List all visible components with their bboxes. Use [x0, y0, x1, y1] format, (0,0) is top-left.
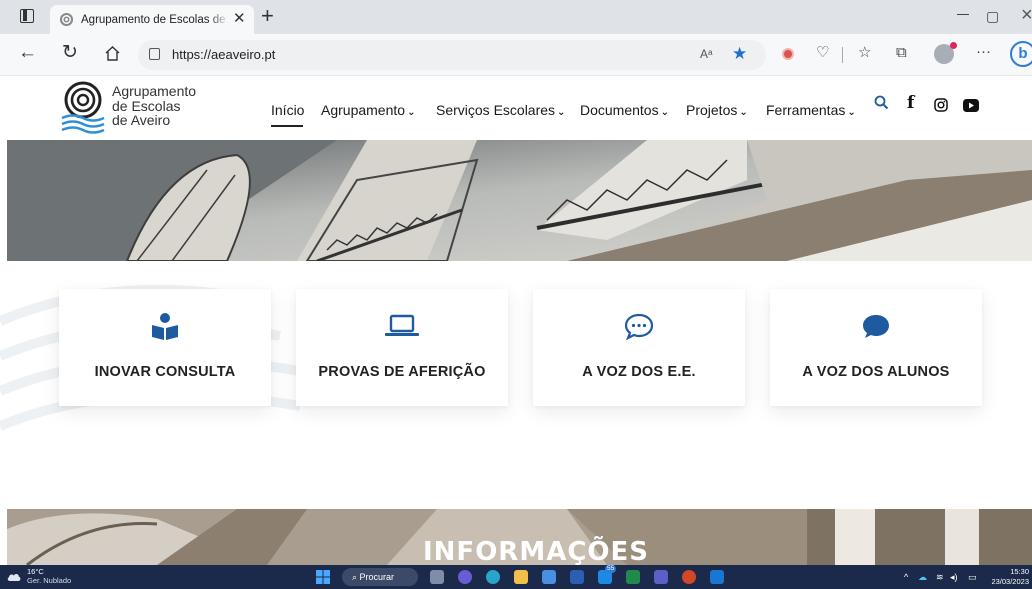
- search-icon: ⌕: [352, 572, 360, 582]
- minimize-icon[interactable]: [957, 14, 969, 15]
- hero-building-image: [7, 140, 1032, 261]
- nav-item-ferramentas[interactable]: Ferramentas ⌄: [766, 102, 856, 118]
- tab-actions-icon[interactable]: [20, 9, 34, 23]
- url-field[interactable]: https://aeaveiro.pt Aᵃ ★: [138, 40, 766, 70]
- section-title: INFORMAÇÕES: [423, 537, 649, 565]
- chevron-down-icon: ⌄: [660, 107, 669, 118]
- hero-banner: [7, 140, 1032, 261]
- windows-start-icon[interactable]: [316, 570, 330, 584]
- browser-essentials-icon[interactable]: ♡: [816, 43, 829, 63]
- favorites-icon[interactable]: ☆: [858, 43, 871, 63]
- battery-icon[interactable]: ▭: [968, 571, 977, 583]
- collections-icon[interactable]: ⧉: [896, 43, 907, 63]
- quick-links-section: INOVAR CONSULTA PROVAS DE AFERIÇÃO A VOZ…: [0, 261, 1032, 509]
- windows-taskbar: 16°C Ger. Nublado ⌕ Procurar 55 ^ ☁ ≋ ◂)…: [0, 565, 1032, 589]
- site-favicon: [59, 12, 74, 27]
- nav-item-label: Agrupamento: [321, 102, 406, 118]
- youtube-icon[interactable]: [963, 99, 979, 112]
- browser-tab-bar: Agrupamento de Escolas de Aveiro ✕ + ▢ ×: [0, 0, 1032, 34]
- extension-icon[interactable]: [782, 48, 794, 60]
- chat-icon[interactable]: [458, 570, 472, 584]
- chevron-down-icon: ⌄: [739, 107, 748, 118]
- nav-item-label: Ferramentas: [766, 102, 846, 118]
- facebook-icon[interactable]: f: [907, 93, 914, 113]
- profile-icon[interactable]: [934, 42, 957, 64]
- word-icon[interactable]: [570, 570, 584, 584]
- card-label: INOVAR CONSULTA: [94, 364, 236, 380]
- volume-icon[interactable]: ◂): [950, 571, 958, 583]
- read-aloud-icon[interactable]: Aᵃ: [700, 47, 712, 61]
- favorite-star-icon[interactable]: ★: [732, 44, 747, 64]
- browser-tab[interactable]: Agrupamento de Escolas de Aveiro ✕: [50, 5, 254, 34]
- card-label: A VOZ DOS ALUNOS: [802, 364, 950, 380]
- onedrive-icon[interactable]: ☁: [918, 571, 927, 583]
- chevron-down-icon: ⌄: [557, 107, 566, 118]
- chevron-up-icon[interactable]: ^: [904, 571, 908, 583]
- clock-date[interactable]: 23/03/2023: [988, 577, 1029, 586]
- school-logo-icon[interactable]: [59, 80, 107, 136]
- logo-line: Agrupamento: [112, 83, 197, 99]
- nav-item-inicio[interactable]: Início: [271, 102, 305, 127]
- mail-badge: 55: [605, 565, 617, 573]
- refresh-icon[interactable]: ↻: [62, 42, 78, 64]
- logo-text[interactable]: Agrupamento de Escolas de Aveiro: [112, 84, 196, 128]
- excel-icon[interactable]: [626, 570, 640, 584]
- chevron-down-icon: ⌄: [847, 107, 856, 118]
- nav-item-projetos[interactable]: Projetos ⌄: [686, 102, 748, 118]
- instagram-icon[interactable]: [934, 98, 948, 112]
- file-explorer-icon[interactable]: [514, 570, 528, 584]
- chevron-down-icon: ⌄: [407, 107, 416, 118]
- site-header: Agrupamento de Escolas de Aveiro Início …: [0, 76, 1032, 140]
- weather-temperature[interactable]: 16°C: [27, 568, 44, 576]
- close-icon[interactable]: ✕: [233, 10, 246, 28]
- taskbar-search[interactable]: ⌕ Procurar: [342, 568, 418, 586]
- back-icon[interactable]: ←: [18, 42, 37, 64]
- chat-bubble-icon: [863, 315, 889, 338]
- card-label: PROVAS DE AFERIÇÃO: [318, 364, 486, 380]
- card-label: A VOZ DOS E.E.: [582, 364, 696, 380]
- card-provas-de-afericao[interactable]: PROVAS DE AFERIÇÃO: [296, 289, 508, 406]
- nav-active-indicator: [271, 125, 303, 127]
- address-toolbar: ← ↻ https://aeaveiro.pt Aᵃ ★ ♡ ☆ ⧉ ··· b: [0, 34, 1032, 76]
- url-text[interactable]: https://aeaveiro.pt: [172, 47, 275, 62]
- logo-line: de Aveiro: [112, 112, 171, 128]
- laptop-icon: [385, 314, 419, 336]
- nav-item-servicos-escolares[interactable]: Serviços Escolares ⌄: [436, 102, 565, 118]
- nav-item-label: Início: [271, 102, 305, 118]
- new-tab-icon[interactable]: +: [261, 4, 274, 28]
- more-icon[interactable]: ···: [976, 42, 991, 62]
- clock-time[interactable]: 15:30: [995, 567, 1029, 576]
- home-icon[interactable]: [104, 45, 121, 62]
- cloud-weather-icon[interactable]: [6, 570, 22, 582]
- mail-icon[interactable]: 55: [598, 565, 617, 584]
- window-close-icon[interactable]: ×: [1021, 4, 1032, 26]
- edge-icon[interactable]: [486, 570, 500, 584]
- book-reader-icon: [152, 313, 178, 340]
- informacoes-banner: INFORMAÇÕES: [7, 509, 1032, 565]
- outlook-icon[interactable]: [710, 570, 724, 584]
- store-icon[interactable]: [542, 570, 556, 584]
- nav-item-agrupamento[interactable]: Agrupamento ⌄: [321, 102, 415, 118]
- card-inovar-consulta[interactable]: INOVAR CONSULTA: [59, 289, 271, 406]
- task-view-icon[interactable]: [430, 570, 444, 584]
- bing-icon[interactable]: b: [1010, 41, 1032, 67]
- powerpoint-icon[interactable]: [682, 570, 696, 584]
- nav-item-label: Projetos: [686, 102, 738, 118]
- taskbar-search-label: Procurar: [359, 572, 395, 582]
- info-icon[interactable]: [149, 48, 160, 60]
- card-a-voz-dos-alunos[interactable]: A VOZ DOS ALUNOS: [770, 289, 982, 406]
- teams-icon[interactable]: [654, 570, 668, 584]
- nav-item-documentos[interactable]: Documentos ⌄: [580, 102, 669, 118]
- chat-dots-icon: [624, 313, 654, 340]
- card-a-voz-dos-ee[interactable]: A VOZ DOS E.E.: [533, 289, 745, 406]
- wifi-icon[interactable]: ≋: [936, 571, 944, 583]
- toolbar-divider: [842, 47, 843, 63]
- search-icon[interactable]: [874, 95, 889, 110]
- maximize-icon[interactable]: ▢: [986, 9, 999, 23]
- tab-title: Agrupamento de Escolas de Aveiro: [81, 14, 229, 26]
- nav-item-label: Serviços Escolares: [436, 102, 556, 118]
- nav-item-label: Documentos: [580, 102, 659, 118]
- logo-line: de Escolas: [112, 97, 181, 114]
- weather-condition[interactable]: Ger. Nublado: [27, 577, 71, 585]
